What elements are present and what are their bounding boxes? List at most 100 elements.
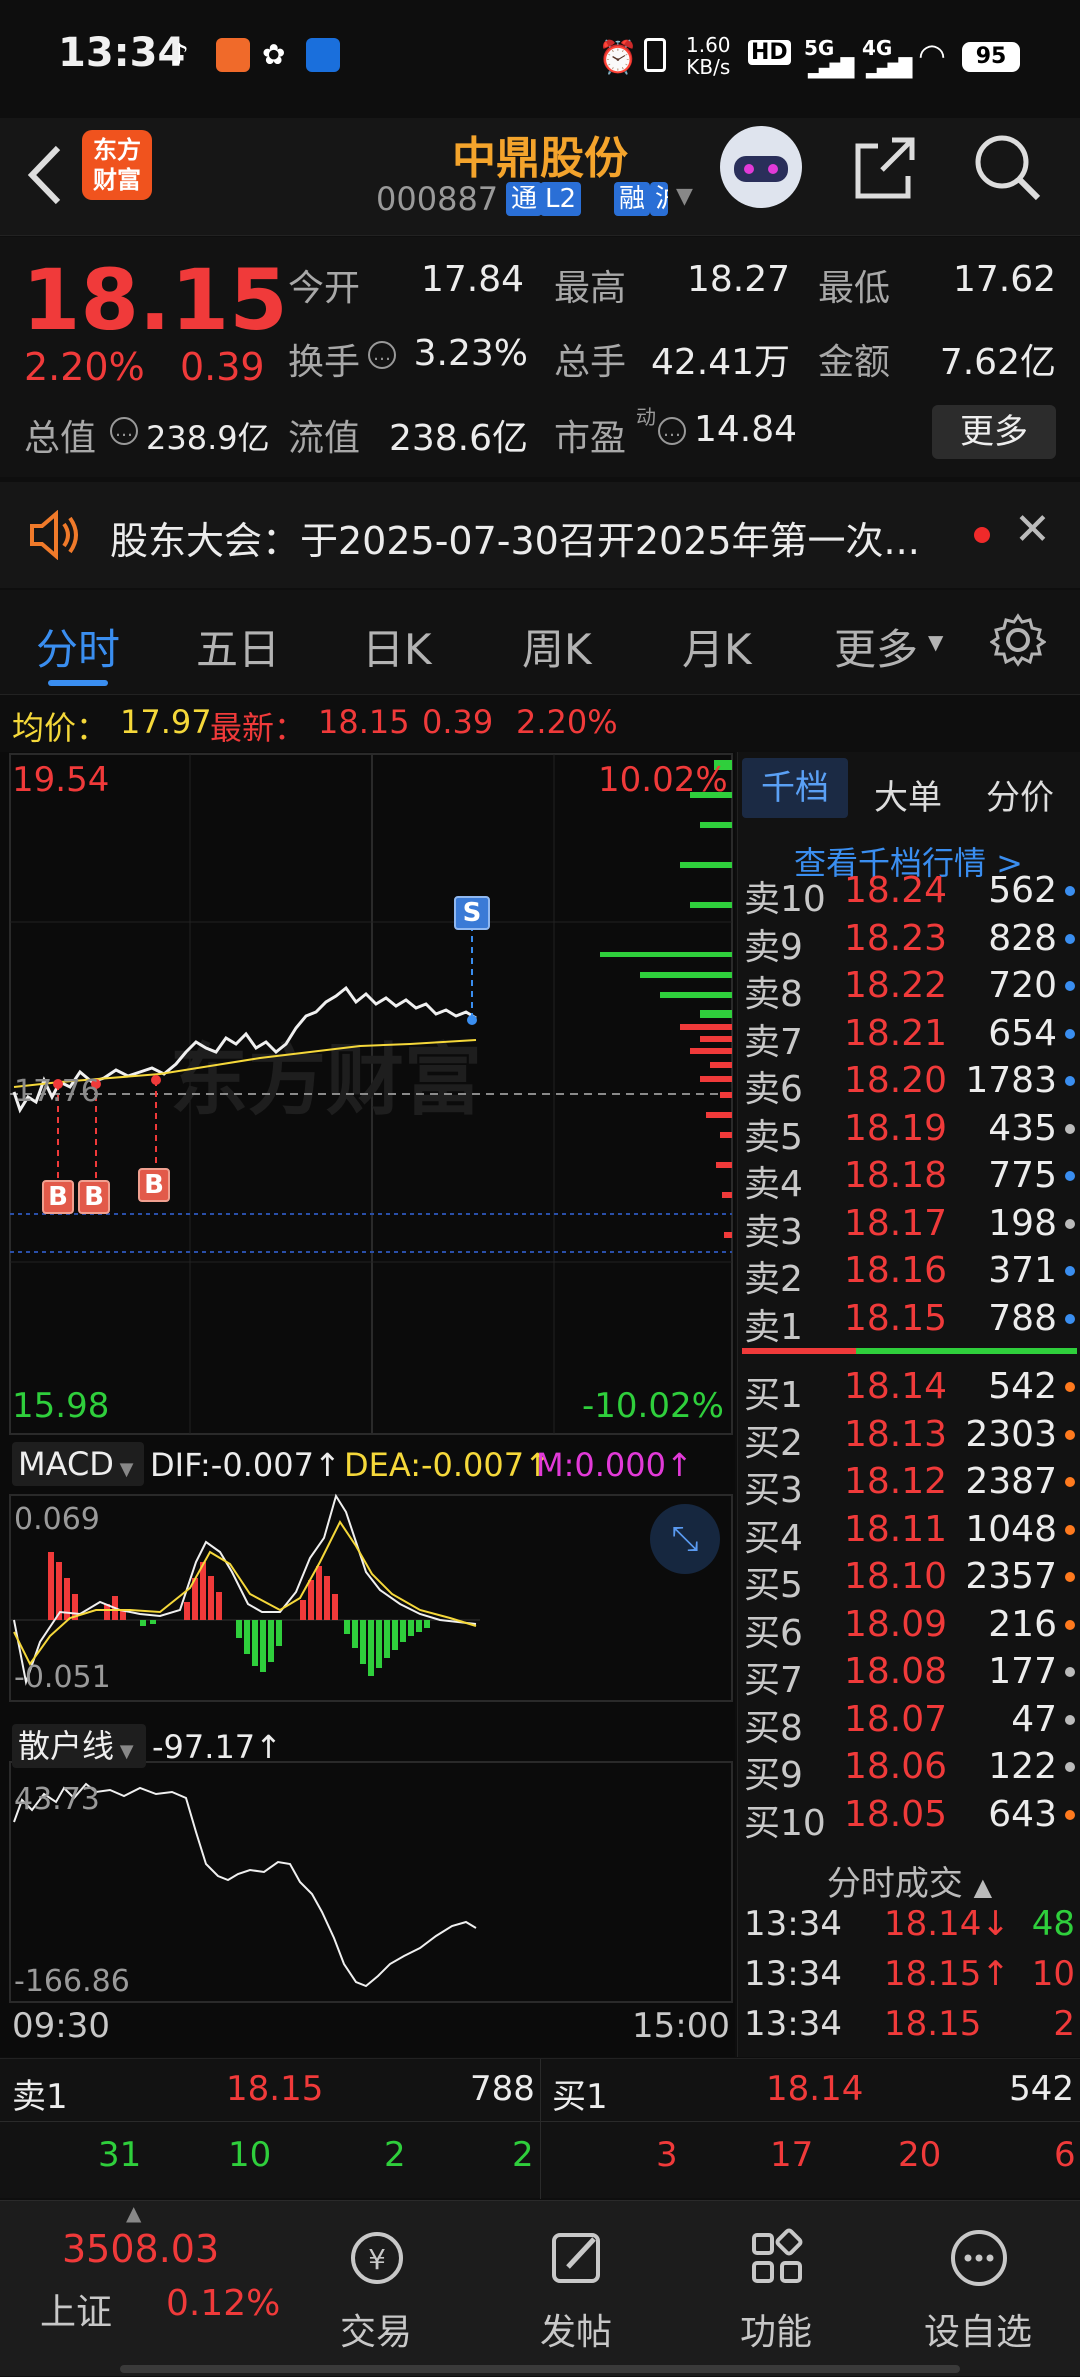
sell-marker[interactable]: S	[454, 896, 490, 930]
buy-marker-2[interactable]: B	[78, 1180, 110, 1214]
buy-order-price: 18.14	[844, 1366, 948, 1407]
buy-order-row[interactable]: 买8 18.07 47	[738, 1697, 1080, 1749]
buy-order-row[interactable]: 买6 18.09 216	[738, 1602, 1080, 1654]
net-speed-value: 1.60	[686, 33, 731, 57]
sell-order-row[interactable]: 卖3 18.17 198	[738, 1201, 1080, 1253]
mktcap-info-icon[interactable]: …	[110, 417, 138, 445]
alarm-icon: ⏰	[598, 38, 638, 76]
nav-add-watchlist[interactable]: 设自选	[898, 2201, 1058, 2377]
tab-intraday[interactable]: 分时	[36, 616, 120, 677]
ai-robot-icon[interactable]	[720, 126, 802, 208]
trade-price: 18.15	[884, 2004, 982, 2044]
notice-unread-dot	[974, 527, 990, 543]
buy-order-indicator-dot	[1065, 1382, 1075, 1392]
buy-order-volume: 1048	[965, 1508, 1057, 1550]
sell-order-row[interactable]: 卖9 18.23 828	[738, 916, 1080, 968]
volume-profile	[600, 760, 732, 1238]
buy-order-row[interactable]: 买10 18.05 643	[738, 1792, 1080, 1844]
sell-order-row[interactable]: 卖4 18.18 775	[738, 1153, 1080, 1205]
avg-value: 17.97	[120, 703, 212, 741]
expand-icon[interactable]: ⤡	[650, 1504, 720, 1574]
index-up-arrow-icon: ▲	[126, 2201, 142, 2225]
close-icon[interactable]: ✕	[1014, 504, 1051, 555]
time-end: 15:00	[632, 2006, 730, 2046]
share-icon[interactable]	[852, 132, 918, 202]
buy-order-label: 买1	[744, 1375, 803, 1416]
sell-order-row[interactable]: 卖6 18.20 1783	[738, 1058, 1080, 1110]
bb-buy-tick-3: 20	[898, 2135, 942, 2175]
notice-bar[interactable]: 股东大会：于2025-07-30召开2025年第一次... ✕	[0, 482, 1080, 588]
buy-order-volume: 47	[1011, 1698, 1057, 1740]
nav-functions[interactable]: 功能	[696, 2201, 856, 2377]
buy-order-label: 买10	[744, 1802, 826, 1844]
panel-tabs: 千档 大单 分价	[738, 752, 1080, 824]
sell-order-label: 卖7	[744, 1021, 803, 1063]
sell-order-label: 卖5	[744, 1116, 803, 1158]
buy-order-row[interactable]: 买4 18.11 1048	[738, 1507, 1080, 1559]
trade-icon: ¥	[351, 2232, 403, 2284]
intraday-chart-area[interactable]: 东方财富 19.54 10.02% 17.76 15.98 -10.02% B …	[0, 752, 735, 2057]
buy-order-row[interactable]: 买3 18.12 2387	[738, 1459, 1080, 1511]
sell-order-row[interactable]: 卖2 18.16 371	[738, 1248, 1080, 1300]
sell-order-row[interactable]: 卖8 18.22 720	[738, 963, 1080, 1015]
turnover-info-icon[interactable]: …	[368, 341, 396, 369]
status-time: 13:34	[58, 30, 186, 76]
bottom-book: 卖1 18.15 788 买1 18.14 542 31 10 2 2 3 17…	[0, 2058, 1080, 2199]
quote-panel: 18.15 2.20% 0.39 今开 17.84 最高 18.27 最低 17…	[0, 237, 1080, 477]
buy-marker-3[interactable]: B	[138, 1168, 170, 1202]
trades-title-label: 分时成交	[826, 1864, 963, 1904]
tab-more[interactable]: 更多	[834, 616, 918, 677]
sell-order-row[interactable]: 卖1 18.15 788	[738, 1296, 1080, 1348]
buy-order-row[interactable]: 买2 18.13 2303	[738, 1412, 1080, 1464]
buy-order-row[interactable]: 买7 18.08 177	[738, 1649, 1080, 1701]
sell-order-indicator-dot	[1065, 1218, 1075, 1229]
pe-value: 14.84	[694, 409, 798, 450]
tag-dropdown-icon[interactable]: ▼	[676, 184, 693, 209]
pe-info-icon[interactable]: …	[658, 417, 686, 445]
bb-buy-tick-1: 3	[656, 2135, 678, 2175]
buy-order-row[interactable]: 买5 18.10 2357	[738, 1554, 1080, 1606]
sell-order-row[interactable]: 卖10 18.24 562	[738, 868, 1080, 920]
search-icon[interactable]	[970, 130, 1044, 204]
stock-code: 000887	[376, 180, 499, 218]
index-widget[interactable]: ▲ 3508.03 上证 0.12%	[0, 2201, 300, 2377]
panel-tab-qiandang[interactable]: 千档	[742, 758, 848, 818]
stock-header: 东方 财富 中鼎股份 000887 通 L2 融 沪 ▼	[0, 118, 1080, 236]
tab-five-day[interactable]: 五日	[196, 616, 280, 677]
bb-sell-vol: 788	[470, 2069, 535, 2109]
nav-trade[interactable]: ¥ 交易	[296, 2201, 456, 2377]
macd-selector[interactable]: MACD ▼	[12, 1442, 144, 1486]
panel-tab-dadan[interactable]: 大单	[874, 770, 942, 819]
buy-order-row[interactable]: 买9 18.06 122	[738, 1744, 1080, 1796]
macd-y-bottom: -0.051	[14, 1660, 111, 1695]
retail-selector[interactable]: 散户线 ▼	[12, 1724, 146, 1768]
buy-order-row[interactable]: 买1 18.14 542	[738, 1364, 1080, 1416]
more-button[interactable]: 更多	[932, 405, 1056, 459]
sell-order-row[interactable]: 卖7 18.21 654	[738, 1011, 1080, 1063]
current-price: 18.15	[22, 251, 288, 349]
buy-order-volume: 542	[988, 1366, 1057, 1407]
buy-order-price: 18.06	[844, 1746, 948, 1787]
tag-hu: 沪	[650, 182, 668, 216]
panel-tab-fenjia[interactable]: 分价	[986, 770, 1054, 819]
sell-order-indicator-dot	[1065, 1313, 1075, 1324]
sell-order-indicator-dot	[1065, 1266, 1075, 1276]
buy-order-label: 买6	[744, 1612, 803, 1654]
trades-title[interactable]: 分时成交 ▲	[738, 1856, 1080, 1905]
trade-price: 18.15↑	[884, 1954, 1010, 1994]
sell-order-volume: 654	[988, 1012, 1057, 1054]
tab-monthly-k[interactable]: 月K	[682, 616, 752, 677]
tag-tong: 通	[506, 182, 543, 216]
tab-weekly-k[interactable]: 周K	[522, 616, 592, 677]
buy-order-volume: 2303	[965, 1413, 1057, 1455]
sell-order-label: 卖3	[744, 1211, 803, 1253]
buy-order-label: 买5	[744, 1565, 803, 1606]
tab-daily-k[interactable]: 日K	[362, 616, 432, 677]
high-label: 最高	[554, 268, 627, 309]
nav-post[interactable]: 发帖	[496, 2201, 656, 2377]
sell-order-row[interactable]: 卖5 18.19 435	[738, 1106, 1080, 1158]
settings-gear-icon[interactable]	[990, 612, 1046, 668]
buy-marker-1[interactable]: B	[42, 1180, 74, 1214]
bb-sell-label: 卖1	[12, 2077, 68, 2117]
mktcap-value: 238.9亿	[146, 419, 270, 457]
